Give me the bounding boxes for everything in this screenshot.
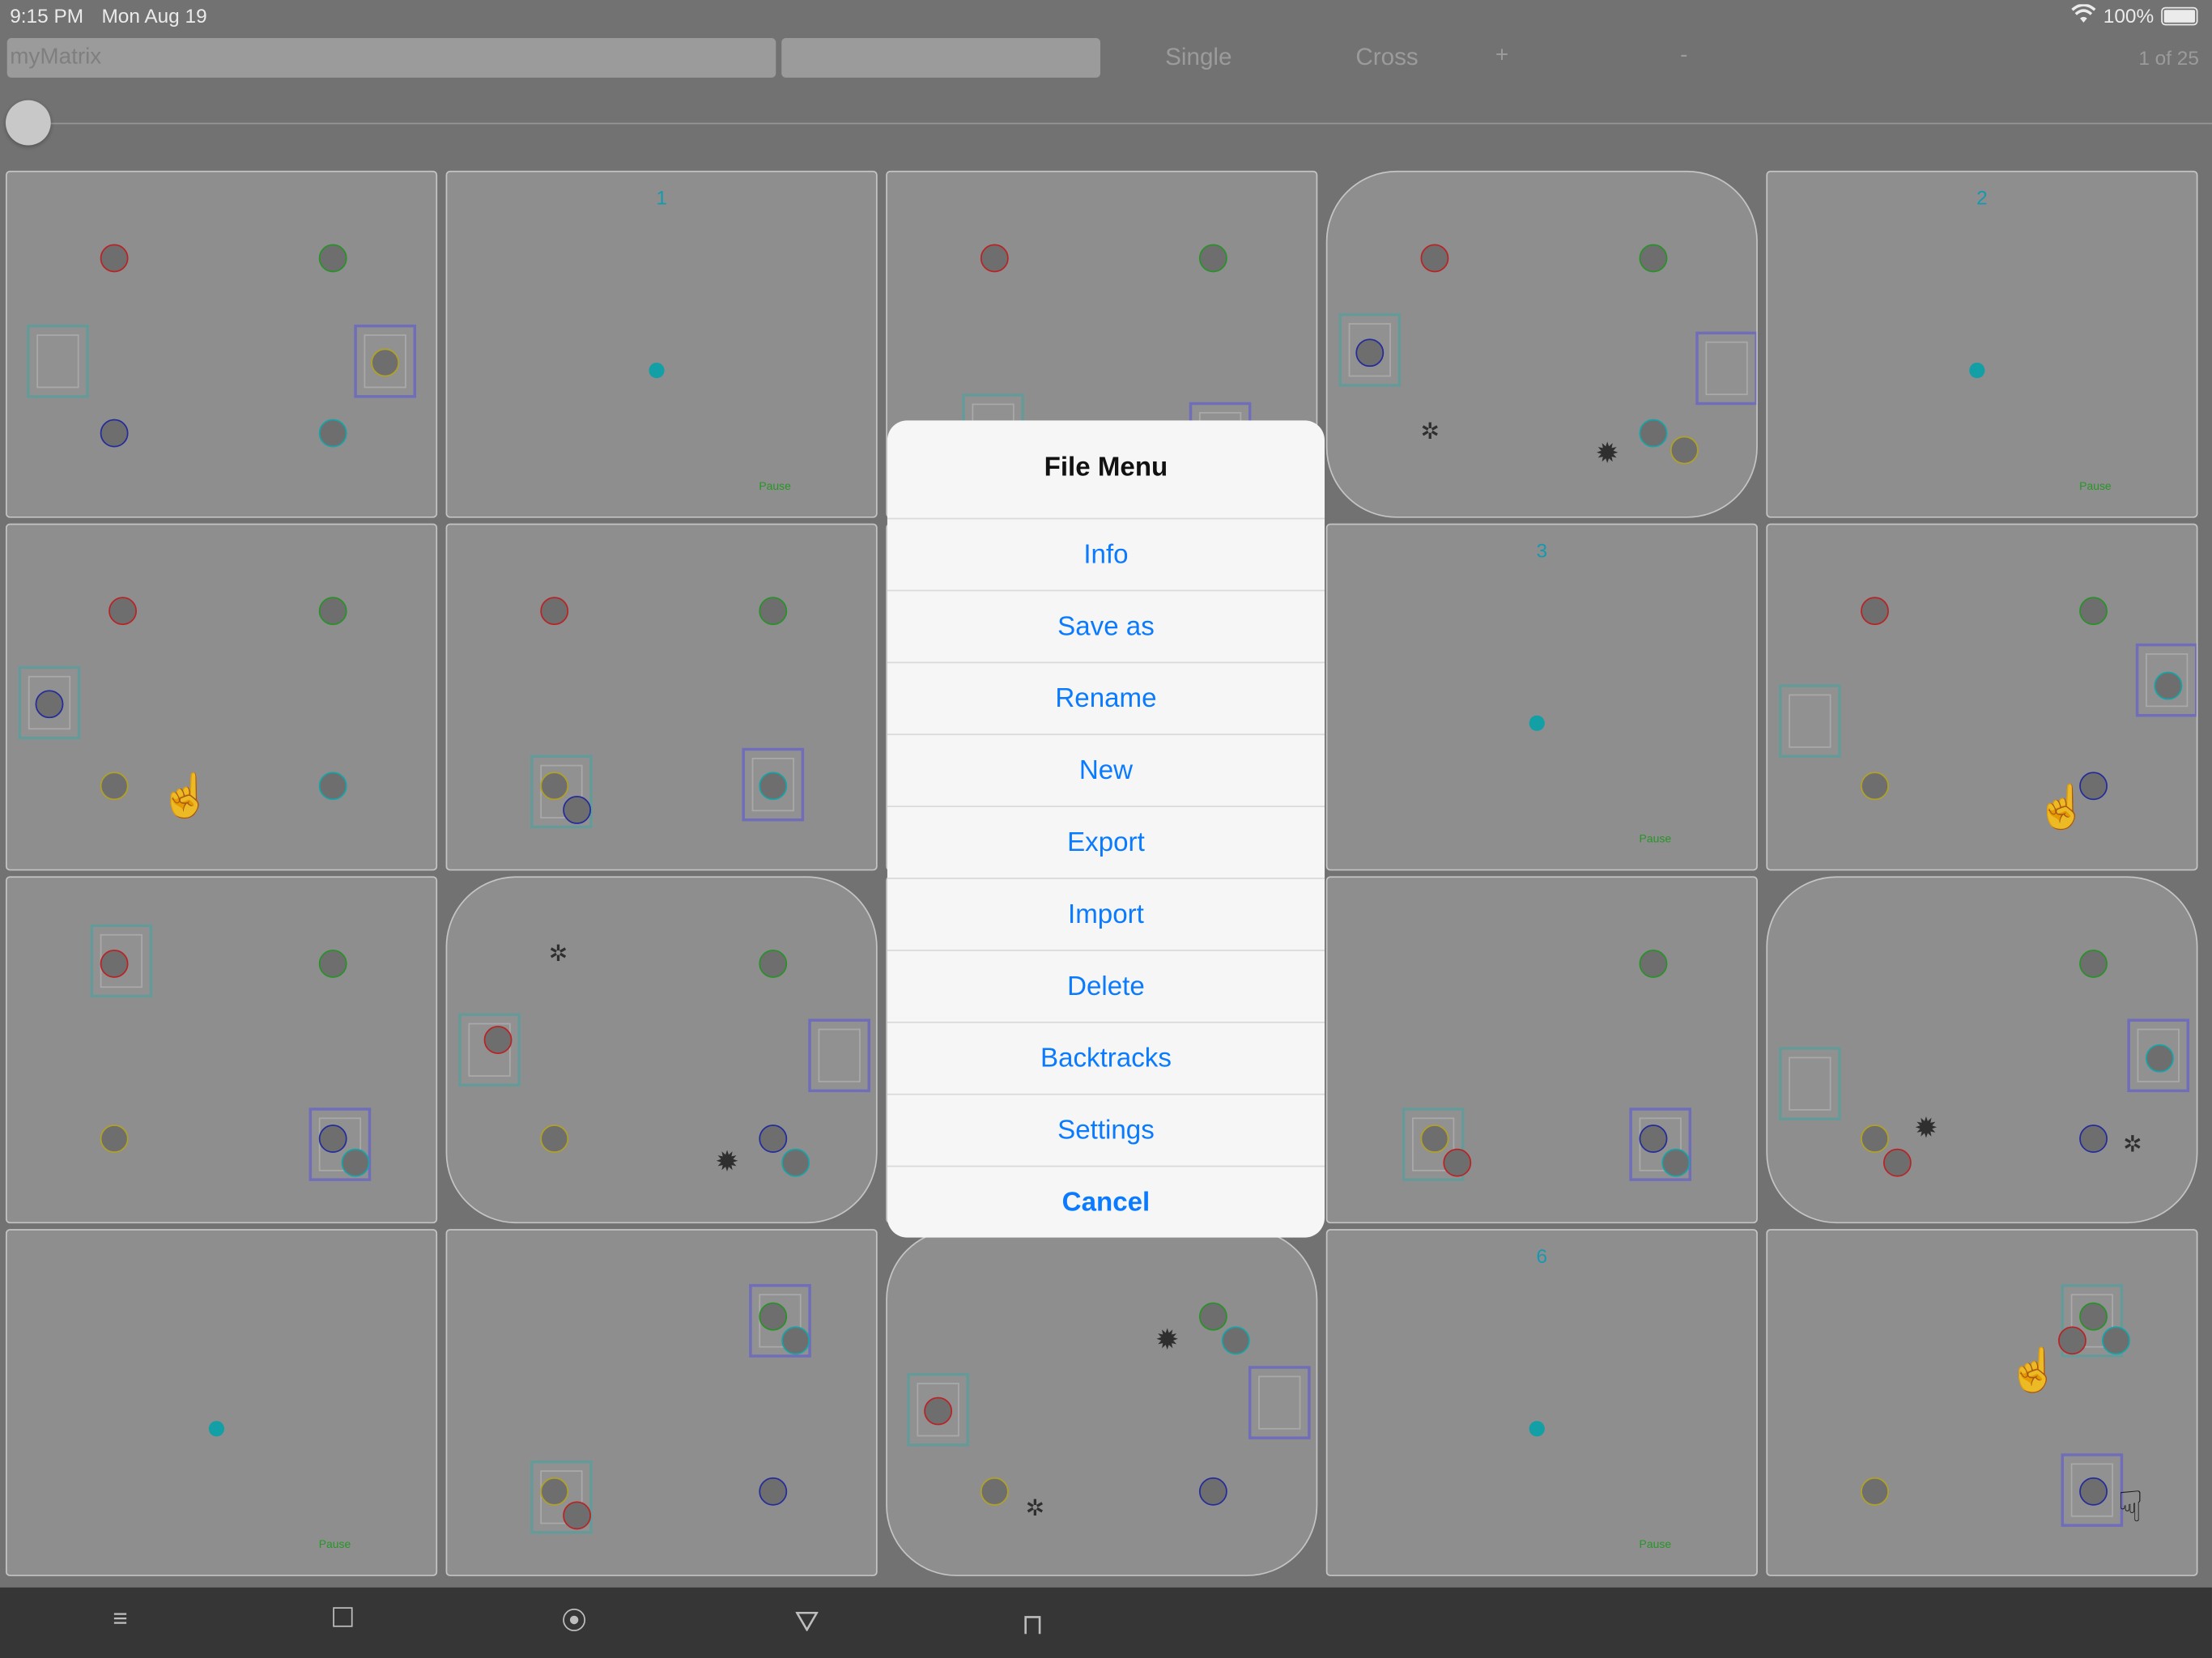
file-menu-sheet: File Menu Info Save as Rename New Export… [887,420,1325,1238]
file-menu-title: File Menu [1044,453,1168,483]
bottom-toolbar: ≡ [0,1587,2212,1658]
bracket-icon[interactable] [1023,1612,1042,1642]
triangle-icon[interactable] [795,1609,819,1639]
menu-item-new[interactable]: New [887,733,1325,807]
menu-item-settings[interactable]: Settings [887,1093,1325,1167]
hamburger-icon[interactable]: ≡ [113,1605,127,1635]
target-icon[interactable] [563,1609,586,1631]
menu-item-save-as[interactable]: Save as [887,589,1325,664]
menu-item-export[interactable]: Export [887,806,1325,879]
menu-item-backtracks[interactable]: Backtracks [887,1021,1325,1095]
menu-item-delete[interactable]: Delete [887,950,1325,1023]
menu-item-rename[interactable]: Rename [887,661,1325,735]
cancel-button[interactable]: Cancel [887,1165,1325,1238]
square-icon[interactable] [333,1607,353,1627]
menu-item-import[interactable]: Import [887,878,1325,951]
menu-item-info[interactable]: Info [887,517,1325,592]
